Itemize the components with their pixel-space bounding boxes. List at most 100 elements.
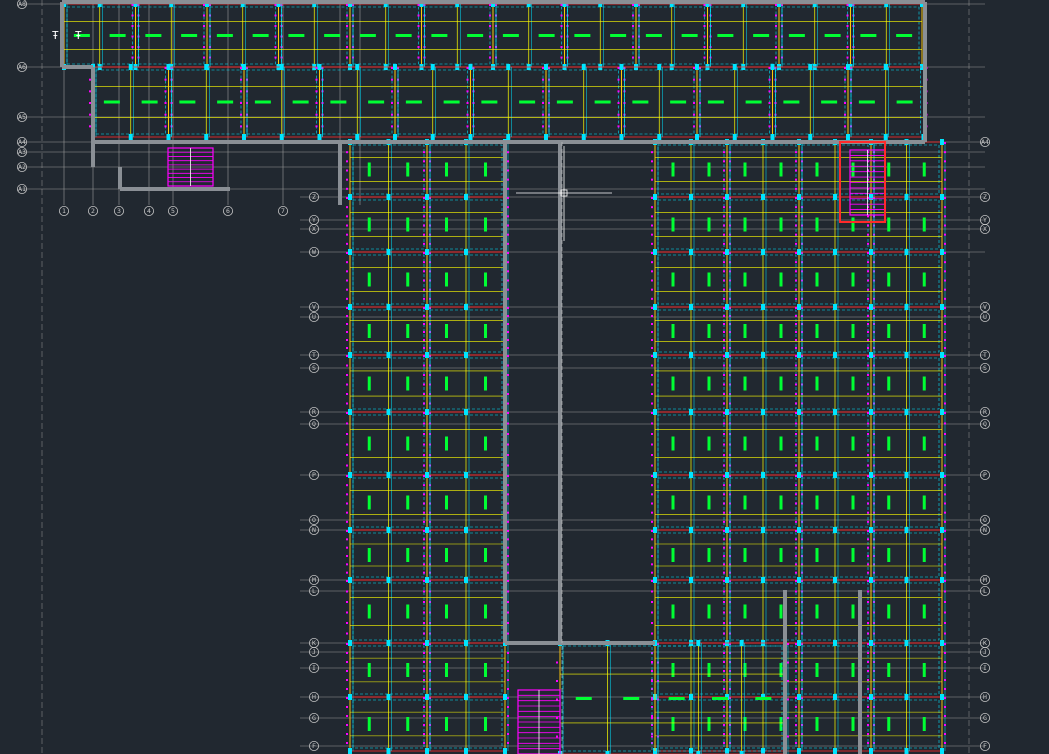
dim-tick — [423, 530, 425, 532]
column-tab — [725, 472, 729, 478]
rebar-mark — [815, 548, 819, 562]
dim-tick — [867, 355, 869, 357]
dim-tick — [507, 422, 509, 425]
dim-tick — [651, 279, 653, 282]
column-tab — [348, 194, 352, 200]
grid-bubble-label: A2 — [18, 163, 26, 171]
dim-tick — [507, 270, 509, 273]
dim-tick — [346, 493, 348, 496]
rebar-mark — [887, 162, 891, 177]
dim-tick — [651, 454, 653, 456]
rebar-mark — [484, 376, 487, 391]
dim-tick — [651, 215, 653, 218]
rebar-mark — [743, 495, 747, 510]
grid-bubble-label: N — [312, 526, 316, 534]
rebar-mark — [367, 272, 371, 287]
dim-tick — [867, 242, 869, 245]
column-tab — [425, 472, 429, 478]
rebar-mark — [922, 604, 926, 619]
column-tab — [464, 640, 468, 646]
dim-tick — [944, 151, 946, 154]
rebar-mark — [922, 436, 926, 451]
dim-tick — [417, 25, 420, 27]
rebar-mark — [851, 272, 855, 287]
dim-tick — [507, 323, 509, 325]
dim-tick — [867, 315, 869, 317]
dim-tick — [651, 464, 653, 467]
rebar-mark — [707, 272, 711, 287]
rebar-mark — [922, 663, 926, 677]
dim-tick — [423, 270, 425, 273]
dim-tick — [346, 511, 348, 514]
dim-tick — [867, 555, 869, 557]
dim-tick — [795, 590, 797, 593]
column-tab — [940, 194, 944, 200]
dim-tick — [346, 454, 348, 456]
dim-tick — [417, 14, 420, 17]
dim-tick — [423, 475, 425, 477]
dim-tick — [795, 297, 797, 300]
column-tab — [503, 748, 507, 754]
dim-tick — [944, 364, 946, 367]
dim-tick — [723, 197, 725, 199]
column-tab — [348, 577, 352, 583]
cad-drawing-canvas[interactable]: A8A6A5A4A3A2A11 2 3 4 5 6 7ZYXWVUTSRQPONMLKJIH… — [0, 0, 1049, 754]
rebar-mark — [779, 436, 783, 451]
dim-tick — [775, 35, 777, 38]
dim-tick — [867, 339, 869, 341]
grid-bubble-label: Q — [983, 420, 987, 428]
rebar-mark — [858, 100, 875, 104]
dim-tick — [346, 297, 348, 300]
column-tab — [393, 64, 397, 70]
dim-tick — [542, 90, 544, 93]
dim-tick — [775, 25, 777, 27]
dim-tick — [723, 661, 725, 663]
rebar-mark — [896, 34, 913, 37]
column-tab — [386, 640, 391, 646]
dim-tick — [131, 46, 134, 48]
dim-tick — [846, 4, 849, 6]
column-tab — [619, 64, 624, 70]
dim-tick — [617, 102, 620, 104]
dim-tick — [89, 102, 91, 104]
rebar-mark — [745, 100, 762, 104]
dim-tick — [164, 90, 167, 93]
dim-tick — [423, 288, 425, 291]
rebar-mark — [216, 34, 233, 37]
dim-tick — [164, 125, 167, 128]
dim-tick — [423, 151, 425, 154]
dim-tick — [795, 206, 797, 209]
column-tab — [833, 409, 837, 415]
rebar-mark — [860, 34, 877, 37]
dim-tick — [346, 546, 348, 549]
dim-tick — [651, 402, 653, 405]
dim-tick — [867, 511, 869, 514]
column-tab — [797, 694, 801, 700]
dim-tick — [240, 67, 242, 69]
column-tab — [869, 748, 873, 754]
column-tab — [797, 640, 801, 646]
dim-tick — [795, 187, 797, 190]
column-tab — [348, 694, 352, 700]
grid-bubble-label: Z — [983, 193, 987, 201]
dim-tick — [489, 46, 491, 48]
dim-tick — [867, 224, 869, 227]
grid-bubble-label: R — [312, 408, 316, 416]
dim-tick — [346, 652, 348, 654]
column-tab — [761, 304, 765, 310]
dim-tick — [507, 433, 509, 435]
rebar-mark — [851, 217, 855, 232]
dim-tick — [315, 113, 318, 116]
column-tab — [348, 249, 352, 255]
column-tab — [386, 577, 391, 583]
dim-tick — [651, 717, 653, 719]
dim-tick — [466, 125, 469, 128]
dim-tick — [466, 102, 469, 104]
dim-tick — [423, 443, 425, 446]
column-tab — [386, 748, 391, 754]
dim-tick — [944, 393, 946, 395]
dim-tick — [651, 331, 653, 333]
grid-bubble-label: V — [983, 303, 987, 311]
dim-tick — [617, 67, 620, 69]
rebar-mark — [481, 100, 498, 104]
